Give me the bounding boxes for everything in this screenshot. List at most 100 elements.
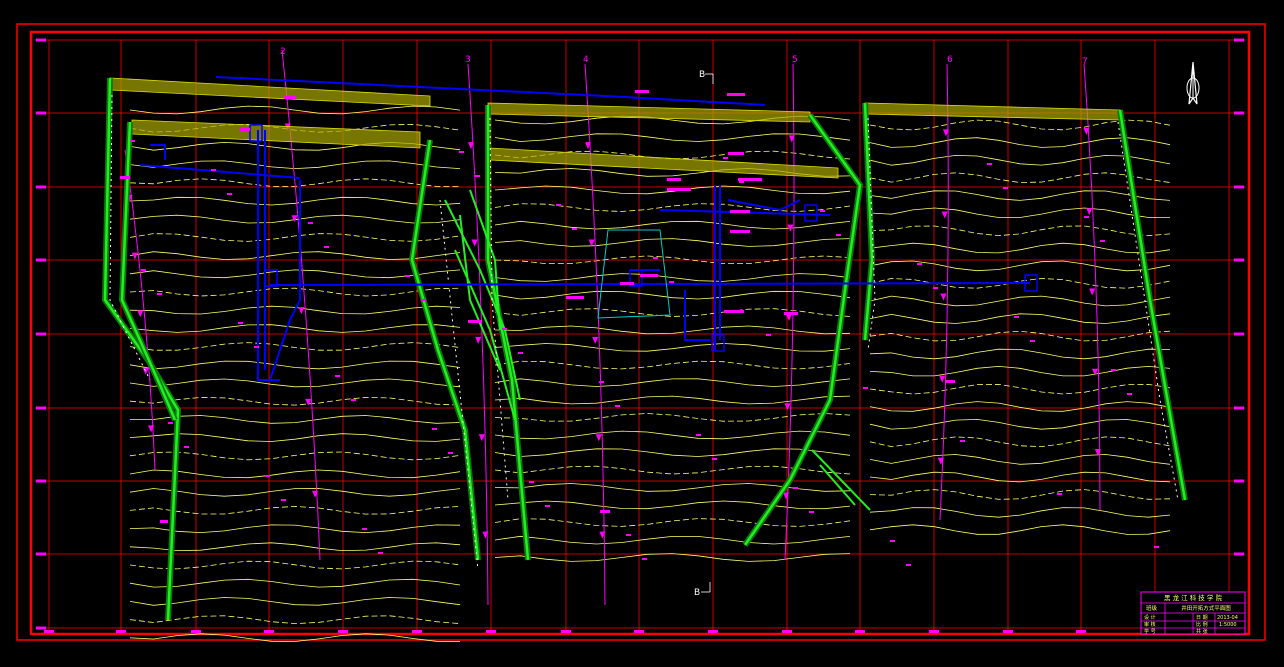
contour-line	[494, 290, 851, 300]
boundary-hatch	[487, 102, 811, 123]
label-box	[640, 274, 658, 277]
grid-tick	[1234, 185, 1244, 189]
contour-line	[494, 535, 851, 545]
grid-tick	[1234, 479, 1244, 483]
contour-label	[324, 246, 329, 248]
grid-tick	[1234, 111, 1244, 115]
contour-label	[254, 346, 259, 348]
contour-line	[869, 418, 1171, 430]
contour-line	[869, 207, 1170, 218]
roadway	[150, 144, 166, 160]
line-number-6: 6	[947, 55, 953, 65]
grid-tick	[855, 630, 865, 633]
line-number-3: 3	[465, 55, 471, 65]
label-box	[727, 93, 745, 96]
contour-line	[494, 360, 851, 370]
borehole-marker	[478, 434, 485, 442]
contour-label	[1014, 316, 1019, 318]
roadway	[684, 290, 710, 341]
contour-label	[863, 387, 868, 389]
contour-line	[869, 401, 1171, 412]
title-block-drawing-name: 井田开拓方式平面图	[1181, 604, 1231, 612]
grid-tick	[116, 630, 126, 633]
grid-tick	[1003, 630, 1013, 633]
grid-tick	[36, 258, 46, 262]
label-box	[730, 210, 750, 213]
contour-line	[869, 436, 1171, 448]
title-block-sheets-label: 共 张	[1196, 628, 1208, 635]
title-block-id-label: 学 号	[1144, 628, 1156, 635]
grid-tick	[561, 630, 571, 633]
title-block-reviewer-label: 审 核	[1144, 621, 1156, 628]
contour-line	[129, 615, 461, 625]
contour-label	[432, 428, 437, 430]
contour-label	[1111, 369, 1116, 371]
grid-tick	[36, 552, 46, 556]
shaft-symbol	[711, 334, 725, 352]
contour-label	[933, 287, 938, 289]
contour-label	[184, 446, 189, 448]
grid-tick	[1234, 38, 1244, 42]
label-box	[600, 510, 610, 513]
contour-label	[157, 293, 162, 295]
borehole-marker	[142, 367, 149, 375]
contour-label	[820, 210, 825, 212]
contour-line	[869, 242, 1171, 254]
borehole-marker	[784, 403, 791, 411]
contour-label	[836, 234, 841, 236]
contour-label	[351, 399, 356, 401]
grid-tick	[412, 630, 422, 633]
grid-tick	[782, 630, 792, 633]
line-number-2: 2	[280, 47, 286, 57]
contour-label	[308, 222, 313, 224]
grid-tick	[634, 630, 644, 633]
contour-line	[869, 383, 1171, 395]
grid-tick	[191, 630, 201, 633]
borehole-marker	[941, 211, 948, 219]
contour-label	[906, 564, 911, 566]
contour-label	[809, 511, 814, 513]
label-box	[240, 128, 250, 131]
contour-line	[494, 238, 851, 247]
contour-line	[869, 348, 1171, 360]
contour-line	[129, 560, 461, 570]
contour-line	[869, 225, 1171, 237]
roadway	[269, 180, 301, 381]
contour-label	[518, 352, 523, 354]
section-marker-top: B	[699, 70, 705, 80]
contour-label	[696, 434, 701, 436]
grid-tick	[36, 406, 46, 410]
title-block-date: 2013-04	[1217, 615, 1238, 621]
contour-label	[572, 228, 577, 230]
contour-line	[129, 196, 461, 206]
label-box	[284, 96, 296, 99]
contour-label	[793, 487, 798, 489]
contour-label	[168, 422, 173, 424]
label-box	[728, 152, 744, 155]
contour-label	[669, 281, 674, 283]
contour-line	[129, 488, 461, 497]
line-number-5: 5	[792, 55, 798, 65]
mine-panels	[101, 77, 1188, 621]
contour-label	[987, 163, 992, 165]
contour-line	[129, 269, 461, 279]
title-block-date-label: 日 期	[1196, 615, 1208, 621]
contour-label	[475, 175, 480, 177]
fault-line	[811, 449, 871, 511]
label-box	[724, 310, 744, 313]
grid-tick	[36, 38, 46, 42]
grid-tick	[36, 479, 46, 483]
contour-line	[869, 365, 1171, 377]
borehole-marker	[940, 293, 947, 301]
grid-tick	[929, 630, 939, 633]
contour-line	[129, 469, 461, 479]
contour-line	[129, 451, 461, 461]
label-box	[730, 230, 750, 233]
contour-line	[869, 471, 1171, 483]
grid-tick	[708, 630, 718, 633]
grid-tick	[36, 111, 46, 115]
title-block-org: 黑 龙 江 科 技 学 院	[1164, 593, 1222, 602]
contour-label	[626, 534, 631, 536]
label-box	[667, 188, 691, 191]
label-box	[468, 320, 482, 323]
